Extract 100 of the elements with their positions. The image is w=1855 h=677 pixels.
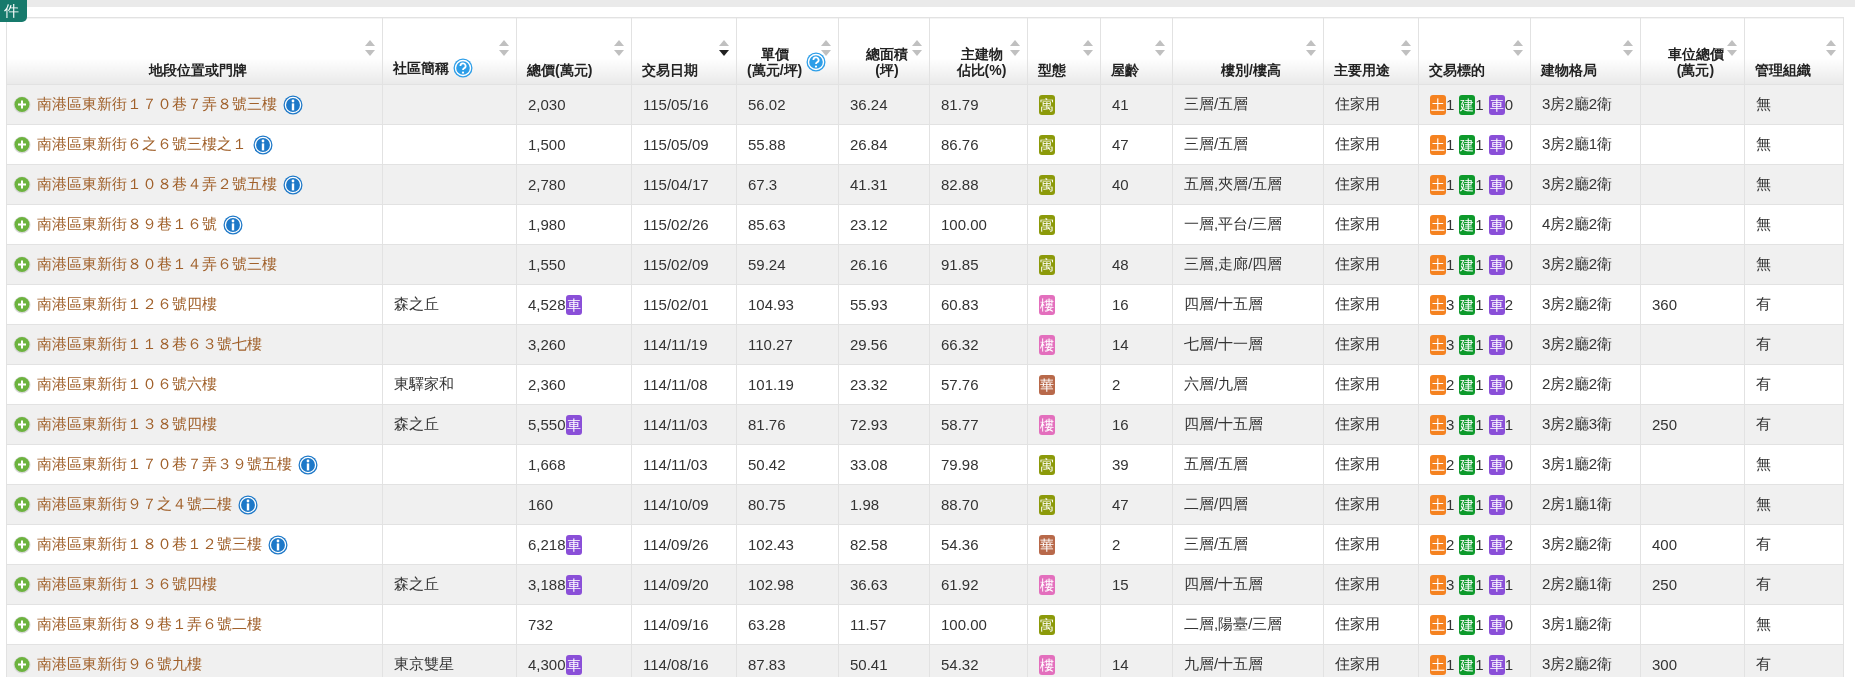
expand-icon[interactable] [13, 455, 31, 474]
expand-icon[interactable] [13, 95, 31, 114]
table-cell: 102.98 [736, 564, 839, 605]
expand-icon[interactable] [13, 415, 31, 434]
table-cell: 54.36 [929, 524, 1028, 565]
table-cell: 住家用 [1323, 204, 1419, 245]
column-header[interactable]: 總面積 (坪) [838, 17, 930, 85]
parking-badge: 車 [565, 294, 582, 315]
info-icon[interactable] [283, 94, 303, 115]
target-badge: 土 [1430, 534, 1446, 555]
table-cell: 有 [1744, 564, 1844, 605]
table-cell: 54.32 [929, 644, 1028, 677]
help-icon[interactable] [806, 52, 827, 72]
column-header[interactable]: 交易標的 [1418, 17, 1531, 85]
table-cell: 森之丘 [382, 284, 517, 325]
info-icon[interactable] [253, 134, 273, 155]
column-header[interactable]: 單價 (萬元/坪) [736, 17, 839, 85]
sort-icon[interactable] [718, 39, 730, 57]
table-cell: 55.88 [736, 124, 839, 165]
table-cell: 23.32 [838, 364, 930, 405]
column-header[interactable]: 管理組織 [1744, 17, 1844, 85]
target-badge: 土 [1430, 654, 1446, 675]
target-badge: 車 [1488, 454, 1505, 475]
target-count: 1 [1504, 576, 1514, 593]
table-cell: 114/09/16 [631, 604, 737, 645]
table-cell: 七層/十一層 [1172, 324, 1324, 365]
info-icon[interactable] [268, 534, 288, 555]
table-cell: 14 [1100, 644, 1173, 677]
table-cell: 101.19 [736, 364, 839, 405]
table-cell: 1.98 [838, 484, 930, 525]
info-icon[interactable] [298, 454, 318, 475]
info-icon[interactable] [223, 214, 243, 235]
target-count: 1 [1475, 656, 1484, 673]
expand-icon[interactable] [13, 375, 31, 394]
table-cell: 4房2廳2衛 [1530, 204, 1641, 245]
column-header[interactable]: 樓別/樓高 [1172, 17, 1324, 85]
type-badge: 華 [1039, 534, 1055, 555]
column-header[interactable]: 型態 [1027, 17, 1101, 85]
table-cell: 88.70 [929, 484, 1028, 525]
expand-icon[interactable] [13, 615, 31, 634]
table-cell: 2房2廳2衛 [1530, 364, 1641, 405]
target-badge: 土 [1430, 254, 1446, 275]
table-cell: 82.88 [929, 164, 1028, 205]
expand-icon[interactable] [13, 535, 31, 554]
column-header[interactable]: 主建物 佔比(%) [929, 17, 1028, 85]
table-cell: 東驛家和 [382, 364, 517, 405]
type-badge: 樓 [1039, 334, 1055, 355]
column-header[interactable]: 地段位置或門牌 [6, 17, 383, 85]
type-badge: 寓 [1039, 454, 1055, 475]
column-header[interactable]: 車位總價 (萬元) [1640, 17, 1745, 85]
column-header[interactable]: 總價(萬元) [516, 17, 632, 85]
target-count: 1 [1475, 176, 1484, 193]
expand-icon[interactable] [13, 335, 31, 354]
target-count: 1 [1475, 96, 1484, 113]
column-header[interactable]: 社區簡稱 [382, 17, 517, 85]
type-badge: 寓 [1039, 94, 1055, 115]
type-badge: 寓 [1039, 174, 1055, 195]
column-header[interactable]: 主要用途 [1323, 17, 1419, 85]
parking-badge: 車 [565, 654, 582, 675]
price-text: 1,668 [528, 456, 566, 473]
column-header[interactable]: 交易日期 [631, 17, 737, 85]
expand-icon[interactable] [13, 255, 31, 274]
target-badge: 土 [1430, 494, 1446, 515]
expand-icon[interactable] [13, 175, 31, 194]
table-cell: 56.02 [736, 84, 839, 125]
expand-icon[interactable] [13, 655, 31, 674]
target-count: 3 [1446, 576, 1455, 593]
table-cell: 有 [1744, 524, 1844, 565]
expand-icon[interactable] [13, 575, 31, 594]
price-text: 732 [528, 616, 554, 633]
help-icon[interactable] [453, 58, 473, 78]
target-count: 1 [1446, 656, 1455, 673]
expand-icon[interactable] [13, 215, 31, 234]
table-cell: 110.27 [736, 324, 839, 365]
column-header[interactable]: 建物格局 [1530, 17, 1641, 85]
target-count: 2 [1446, 456, 1455, 473]
table-cell: 森之丘 [382, 564, 517, 605]
target-badge: 車 [1488, 574, 1505, 595]
table-cell: 87.83 [736, 644, 839, 677]
table-cell: 住家用 [1323, 484, 1419, 525]
table-cell: 114/10/09 [631, 484, 737, 525]
info-icon[interactable] [283, 174, 303, 195]
table-cell: 六層/九層 [1172, 364, 1324, 405]
target-badge: 車 [1488, 94, 1505, 115]
expand-icon[interactable] [13, 135, 31, 154]
expand-icon[interactable] [13, 495, 31, 514]
info-icon[interactable] [238, 494, 258, 515]
type-badge: 樓 [1039, 294, 1055, 315]
price-text: 4,528 [528, 295, 566, 313]
table-cell: 79.98 [929, 444, 1028, 485]
target-count: 1 [1475, 576, 1484, 593]
table-cell: 48 [1100, 244, 1173, 285]
target-count: 0 [1504, 256, 1514, 273]
target-badge: 車 [1488, 134, 1505, 155]
tab-label[interactable]: 件 [0, 0, 27, 22]
table-cell: 五層/五層 [1172, 444, 1324, 485]
table-cell: 16 [1100, 404, 1173, 445]
table-cell: 住家用 [1323, 124, 1419, 165]
expand-icon[interactable] [13, 295, 31, 314]
column-header[interactable]: 屋齡 [1100, 17, 1173, 85]
